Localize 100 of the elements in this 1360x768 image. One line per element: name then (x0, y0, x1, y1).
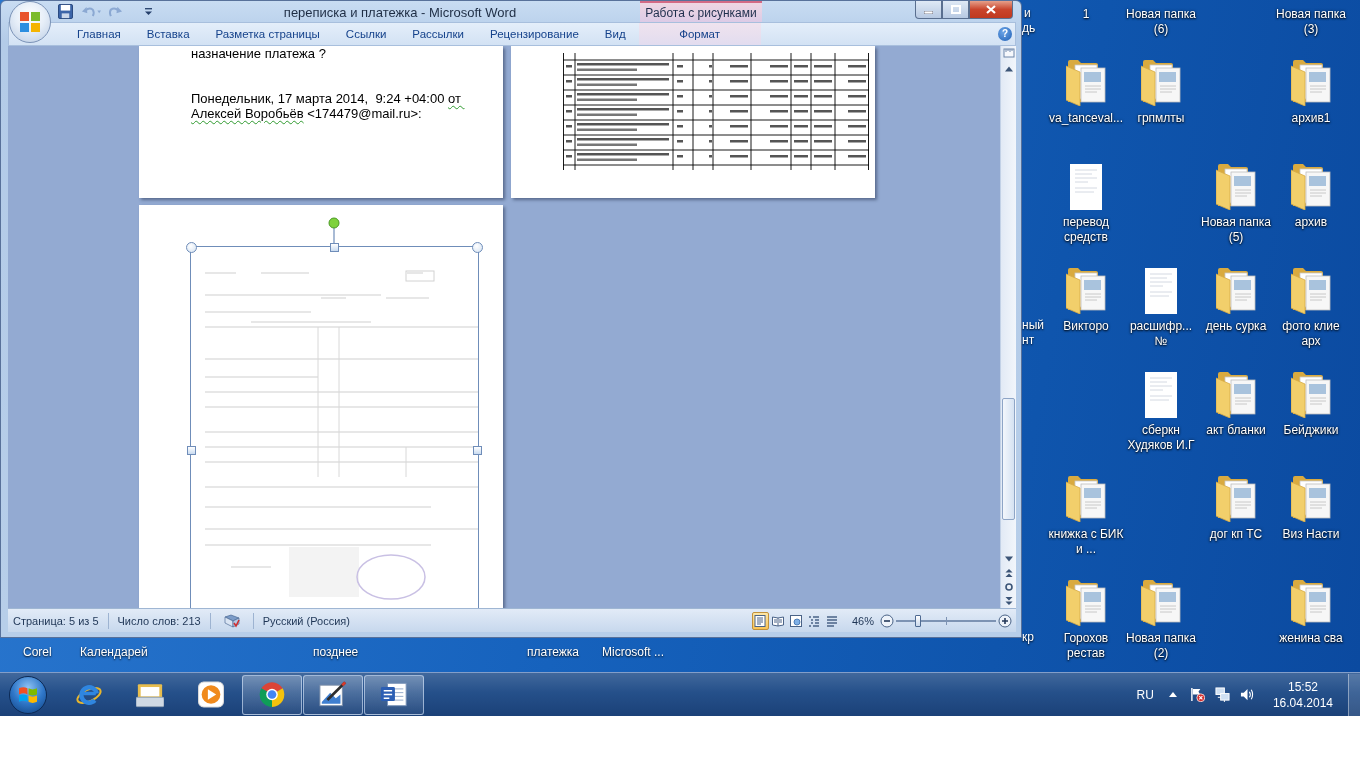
folder-icon[interactable] (1291, 164, 1331, 210)
ribbon-tab[interactable]: Формат (638, 23, 761, 45)
keyboard-language[interactable]: RU (1136, 687, 1154, 702)
desktop-icon-label[interactable]: Виз Насти (1282, 527, 1340, 542)
desktop-icon-label[interactable]: расшифр... № (1122, 319, 1200, 349)
resize-handle[interactable] (187, 446, 196, 455)
folder-icon[interactable] (1291, 580, 1331, 626)
resize-handle[interactable] (330, 243, 339, 252)
previous-page-icon[interactable] (1004, 569, 1013, 577)
desktop-icon-label[interactable]: Новая папка (6) (1122, 7, 1200, 37)
desktop-icon-label[interactable]: перевод средств (1047, 215, 1125, 245)
next-page-icon[interactable] (1004, 597, 1013, 605)
folder-icon[interactable] (1216, 268, 1256, 314)
desktop-icon-label[interactable]: и (1024, 6, 1031, 21)
ribbon-tab[interactable]: Ссылки (332, 23, 400, 45)
folder-icon[interactable] (1216, 372, 1256, 418)
desktop-icon-label[interactable]: дь (1022, 21, 1036, 36)
desktop-icon-label[interactable]: день сурка (1205, 319, 1267, 334)
ruler-toggle-icon[interactable] (1002, 47, 1015, 59)
desktop-icon-label[interactable]: va_tanceval... (1048, 111, 1123, 126)
folder-icon[interactable] (1066, 268, 1106, 314)
view-button[interactable] (751, 611, 769, 630)
folder-icon[interactable] (1291, 372, 1331, 418)
document-thumbnail-icon[interactable] (1145, 268, 1177, 314)
desktop-icon-label[interactable]: нт (1022, 333, 1035, 348)
document-thumbnail-icon[interactable] (1145, 372, 1177, 418)
desktop-icon-label[interactable]: 1 (1082, 7, 1090, 22)
desktop-icon-label[interactable]: книжка с БИК и ... (1047, 527, 1125, 557)
window-title: переписка и платежка - Microsoft Word (283, 4, 517, 20)
resize-handle[interactable] (472, 242, 483, 253)
desktop-icon-label[interactable]: дог кп ТС (1209, 527, 1263, 542)
folder-icon[interactable] (1291, 268, 1331, 314)
taskbar-button[interactable] (303, 674, 363, 715)
desktop-icon-label[interactable]: Новая папка (2) (1122, 631, 1200, 661)
zoom-out-icon[interactable] (880, 613, 894, 628)
folder-icon[interactable] (1216, 476, 1256, 522)
language-indicator[interactable]: Русский (Россия) (262, 614, 350, 627)
show-desktop-button[interactable] (1348, 673, 1360, 716)
desktop-icon-label[interactable]: позднее (313, 645, 359, 660)
flag-alert-icon[interactable] (1189, 687, 1205, 702)
desktop-icon-label[interactable]: Викторо (1063, 319, 1109, 334)
speaker-icon[interactable] (1239, 687, 1255, 702)
ribbon-tab[interactable]: Главная (64, 23, 134, 45)
zoom-slider[interactable] (896, 613, 996, 628)
desktop-icon-label[interactable]: платежка (527, 645, 580, 660)
network-icon[interactable] (1214, 687, 1230, 702)
desktop-icon-label[interactable]: сберкн Худяков И.Г (1122, 423, 1200, 453)
folder-icon[interactable] (1066, 476, 1106, 522)
desktop-icon-label[interactable]: Календарей (80, 645, 148, 660)
start-button[interactable] (9, 675, 47, 714)
ribbon-tab[interactable]: Рецензирование (477, 23, 592, 45)
folder-icon[interactable] (1216, 164, 1256, 210)
scroll-down-icon[interactable] (1004, 555, 1013, 563)
desktop-icon-label[interactable]: Corel (23, 645, 52, 660)
desktop-icon-label[interactable]: грпмлты (1137, 111, 1185, 126)
folder-icon[interactable] (1141, 60, 1181, 106)
desktop-icon-label[interactable]: архив1 (1291, 111, 1331, 126)
minimize-button[interactable] (915, 1, 942, 19)
desktop-icon-label[interactable]: фото клие арх (1272, 319, 1350, 349)
folder-icon[interactable] (1141, 580, 1181, 626)
save-icon[interactable] (58, 4, 73, 19)
word-count[interactable]: Число слов: 213 (117, 614, 201, 627)
ribbon-tab[interactable]: Вставка (133, 23, 203, 45)
desktop-icon-label[interactable]: Новая папка (5) (1197, 215, 1275, 245)
ribbon-tab[interactable]: Разметка страницы (202, 23, 333, 45)
slider-thumb[interactable] (915, 614, 921, 627)
folder-icon[interactable] (1291, 476, 1331, 522)
zoom-in-icon[interactable] (998, 613, 1012, 628)
scroll-up-icon[interactable] (1004, 65, 1013, 73)
folder-icon[interactable] (1066, 580, 1106, 626)
office-button[interactable] (9, 1, 51, 43)
desktop-icon-label[interactable]: Горохов рестав (1047, 631, 1125, 661)
ribbon-tab[interactable]: Рассылки (399, 23, 477, 45)
customize-caret-icon[interactable] (145, 7, 152, 16)
folder-icon[interactable] (1291, 60, 1331, 106)
show-hidden-icons-icon[interactable] (1168, 692, 1177, 697)
desktop-icon-label[interactable]: женина сва (1279, 631, 1343, 646)
resize-handle[interactable] (473, 446, 482, 455)
desktop-icon-label[interactable]: Новая папка (3) (1272, 7, 1350, 37)
ribbon-tab[interactable]: Вид (591, 23, 639, 45)
page-indicator[interactable]: Страница: 5 из 5 (13, 614, 99, 627)
taskbar-button[interactable] (364, 674, 424, 715)
desktop-icon-label[interactable]: Microsoft ... (602, 645, 664, 660)
desktop-icon-label[interactable]: ный (1022, 318, 1044, 333)
resize-handle[interactable] (186, 242, 197, 253)
maximize-button[interactable] (942, 1, 969, 19)
folder-icon[interactable] (1066, 60, 1106, 106)
clock-time[interactable]: 15:52 (1287, 678, 1318, 695)
desktop-icon-label[interactable]: архив (1294, 215, 1328, 230)
proofing-icon[interactable] (223, 613, 240, 628)
taskbar-button[interactable] (242, 674, 302, 715)
desktop-icon-label[interactable]: Бейджики (1283, 423, 1339, 438)
document-thumbnail-icon[interactable] (1070, 164, 1102, 210)
close-button[interactable] (969, 1, 1013, 19)
desktop-icon-label[interactable]: кр (1022, 630, 1034, 645)
clock-date[interactable]: 16.04.2014 (1272, 694, 1333, 711)
browse-object-icon[interactable] (1004, 583, 1013, 591)
desktop-icon-label[interactable]: акт бланки (1206, 423, 1266, 438)
scrollbar-thumb[interactable] (1002, 398, 1015, 520)
zoom-level[interactable]: 46% (851, 614, 874, 627)
